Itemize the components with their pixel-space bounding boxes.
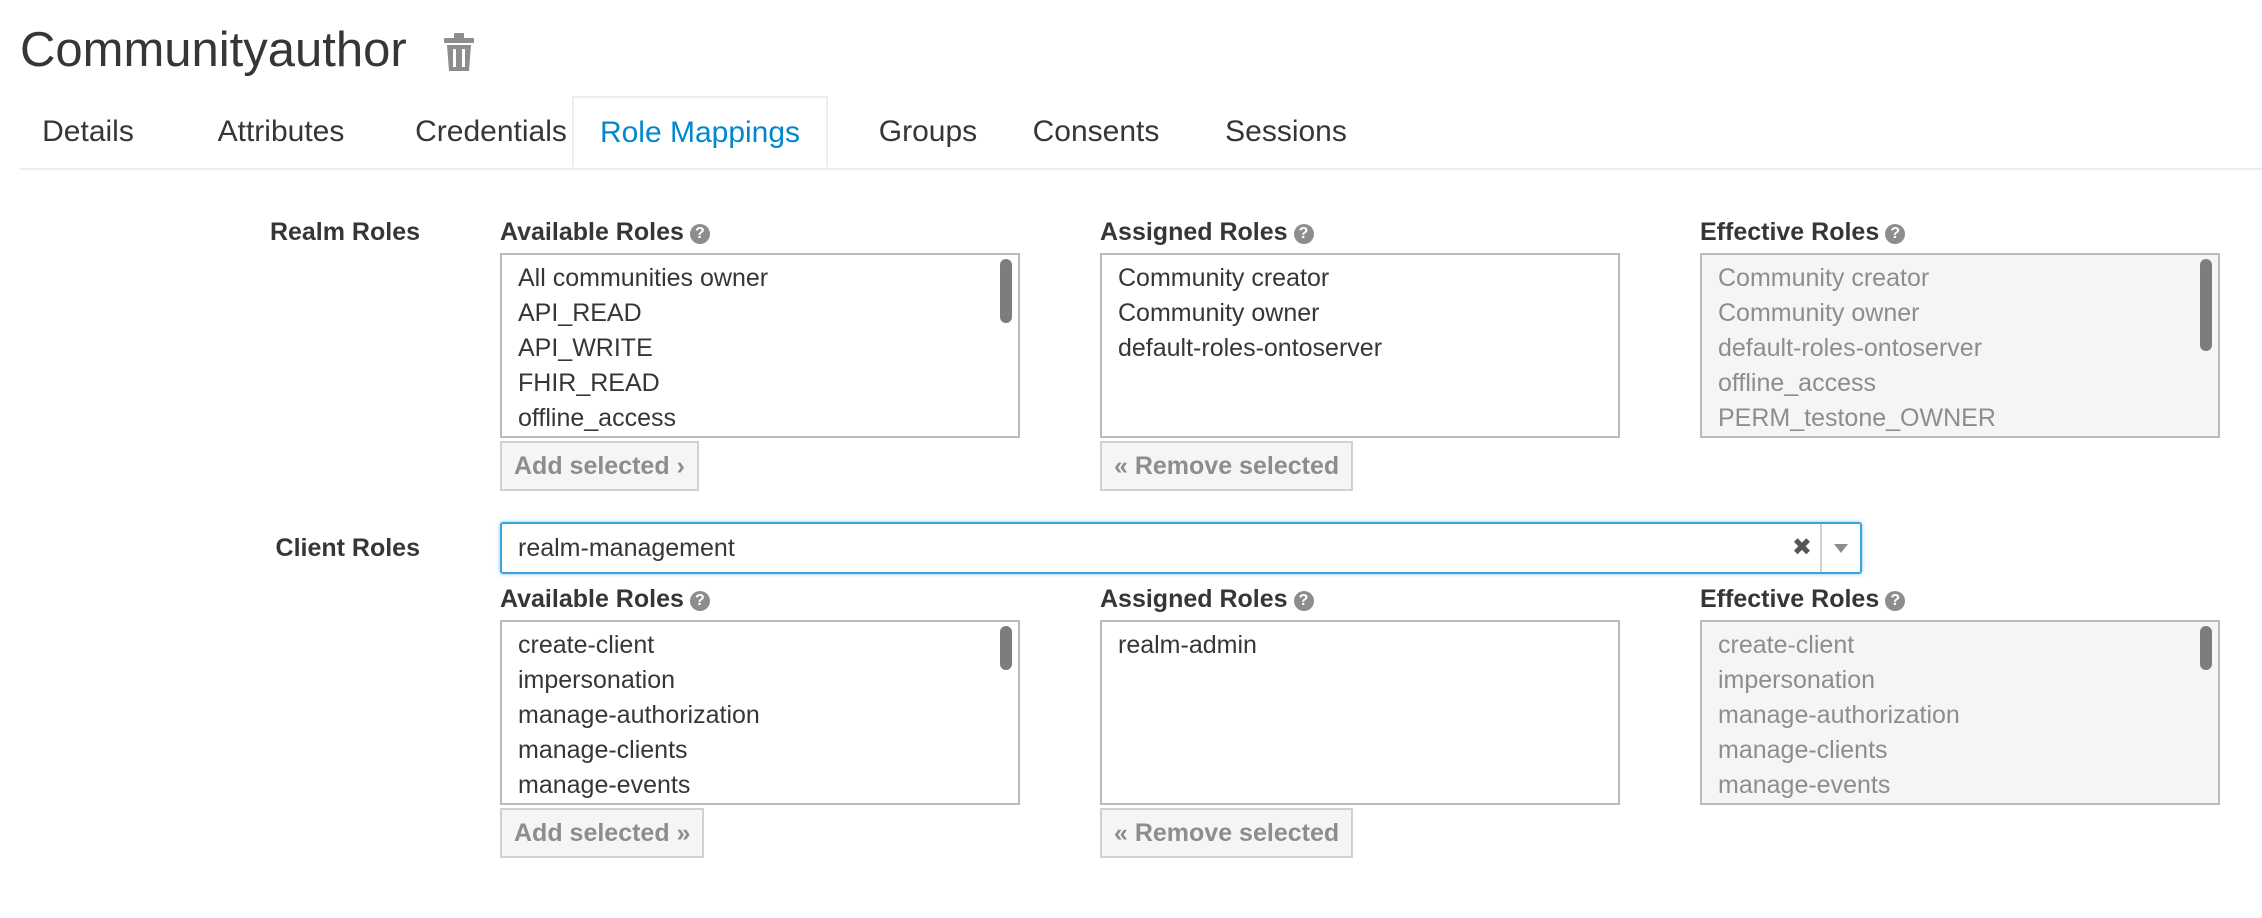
list-item: Community owner bbox=[1718, 299, 1920, 327]
client-available-roles-list[interactable]: create-client impersonation manage-autho… bbox=[500, 620, 1020, 805]
tab-credentials[interactable]: Credentials bbox=[386, 96, 596, 168]
client-assigned-heading-text: Assigned Roles bbox=[1100, 585, 1288, 613]
client-add-selected-button[interactable]: Add selected » bbox=[500, 808, 705, 858]
scrollbar[interactable] bbox=[2200, 259, 2212, 351]
list-item[interactable]: API_READ bbox=[518, 296, 1018, 331]
list-item[interactable]: impersonation bbox=[518, 663, 1018, 698]
page-title: Communityauthor bbox=[20, 23, 407, 77]
client-assigned-heading: Assigned Roles? bbox=[1100, 585, 1314, 614]
tab-bar: Details Attributes Credentials Role Mapp… bbox=[20, 96, 2262, 170]
list-item[interactable]: Community owner bbox=[1118, 296, 1618, 331]
list-item: default-roles-ontoserver bbox=[1718, 334, 1983, 362]
chevron-down-icon[interactable] bbox=[1820, 524, 1860, 572]
realm-remove-selected-button[interactable]: « Remove selected bbox=[1100, 441, 1354, 491]
client-select[interactable]: realm-management ✖ bbox=[500, 522, 1862, 574]
list-item: impersonation bbox=[1718, 666, 1876, 694]
help-icon[interactable]: ? bbox=[1293, 591, 1314, 611]
help-icon[interactable]: ? bbox=[1885, 591, 1906, 611]
list-item: manage-authorization bbox=[1718, 701, 1960, 729]
client-select-value: realm-management bbox=[518, 534, 735, 562]
list-item: manage-clients bbox=[1718, 736, 1888, 764]
list-item: Community creator bbox=[1718, 264, 1930, 292]
realm-assigned-heading-text: Assigned Roles bbox=[1100, 218, 1288, 246]
list-item[interactable]: Community creator bbox=[1118, 261, 1618, 296]
list-item: PERM_testone_OWNER bbox=[1718, 404, 1996, 432]
list-item[interactable]: API_WRITE bbox=[518, 331, 1018, 366]
list-item[interactable]: manage-clients bbox=[518, 733, 1018, 768]
realm-effective-roles-list: Community creator Community owner defaul… bbox=[1700, 253, 2220, 438]
realm-roles-label: Realm Roles bbox=[269, 218, 420, 246]
list-item[interactable]: offline_access bbox=[518, 401, 1018, 436]
client-roles-label: Client Roles bbox=[275, 534, 420, 562]
list-item[interactable]: All communities owner bbox=[518, 261, 1018, 296]
list-item[interactable]: manage-events bbox=[518, 768, 1018, 803]
tab-attributes[interactable]: Attributes bbox=[186, 96, 376, 168]
list-item[interactable]: default-roles-ontoserver bbox=[1118, 331, 1618, 366]
client-available-heading: Available Roles? bbox=[500, 585, 710, 614]
scrollbar[interactable] bbox=[2200, 626, 2212, 670]
clear-icon[interactable]: ✖ bbox=[1792, 524, 1812, 572]
list-item[interactable]: create-client bbox=[518, 628, 1018, 663]
client-available-heading-text: Available Roles bbox=[500, 585, 684, 613]
realm-available-roles-list[interactable]: All communities owner API_READ API_WRITE… bbox=[500, 253, 1020, 438]
tab-groups[interactable]: Groups bbox=[838, 96, 1018, 168]
list-item[interactable]: realm-admin bbox=[1118, 628, 1618, 663]
realm-available-heading-text: Available Roles bbox=[500, 218, 684, 246]
client-effective-heading-text: Effective Roles bbox=[1700, 585, 1880, 613]
client-assigned-roles-list[interactable]: realm-admin bbox=[1100, 620, 1620, 805]
scrollbar[interactable] bbox=[1000, 626, 1012, 670]
tab-consents[interactable]: Consents bbox=[996, 96, 1196, 168]
realm-effective-heading: Effective Roles? bbox=[1700, 218, 1906, 247]
tab-sessions[interactable]: Sessions bbox=[1196, 96, 1376, 168]
help-icon[interactable]: ? bbox=[689, 224, 710, 244]
list-item: manage-events bbox=[1718, 771, 1891, 799]
client-effective-roles-list: create-client impersonation manage-autho… bbox=[1700, 620, 2220, 805]
list-item[interactable]: manage-authorization bbox=[518, 698, 1018, 733]
list-item: offline_access bbox=[1718, 369, 1876, 397]
list-item: create-client bbox=[1718, 631, 1855, 659]
realm-assigned-heading: Assigned Roles? bbox=[1100, 218, 1314, 247]
client-effective-heading: Effective Roles? bbox=[1700, 585, 1906, 614]
help-icon[interactable]: ? bbox=[1885, 224, 1906, 244]
help-icon[interactable]: ? bbox=[1293, 224, 1314, 244]
realm-available-heading: Available Roles? bbox=[500, 218, 710, 247]
tab-role-mappings[interactable]: Role Mappings bbox=[572, 96, 828, 168]
help-icon[interactable]: ? bbox=[689, 591, 710, 611]
realm-effective-heading-text: Effective Roles bbox=[1700, 218, 1880, 246]
realm-assigned-roles-list[interactable]: Community creator Community owner defaul… bbox=[1100, 253, 1620, 438]
scrollbar[interactable] bbox=[1000, 259, 1012, 323]
list-item[interactable]: FHIR_READ bbox=[518, 366, 1018, 401]
client-remove-selected-button[interactable]: « Remove selected bbox=[1100, 808, 1354, 858]
trash-icon[interactable] bbox=[442, 32, 476, 72]
tab-details[interactable]: Details bbox=[20, 96, 156, 168]
realm-add-selected-button[interactable]: Add selected › bbox=[500, 441, 699, 491]
